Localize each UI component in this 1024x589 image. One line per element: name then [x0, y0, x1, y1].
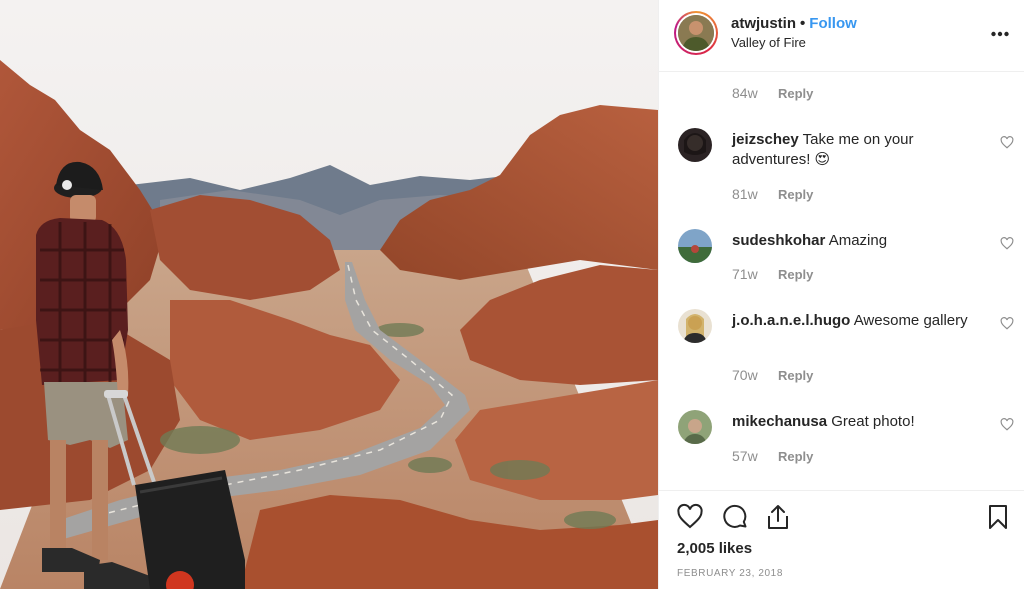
post-date[interactable]: FEBRUARY 23, 2018	[677, 568, 783, 579]
commenter-username[interactable]: sudeshkohar	[732, 232, 825, 249]
bookmark-icon[interactable]	[984, 503, 1012, 531]
post-location[interactable]: Valley of Fire	[731, 35, 806, 50]
like-comment-heart-icon[interactable]	[1000, 418, 1014, 431]
comment-icon[interactable]	[721, 503, 749, 531]
post-footer: 2,005 likes FEBRUARY 23, 2018	[659, 490, 1024, 589]
comment-text: sudeshkohar Amazing	[732, 231, 992, 251]
comment-age: 81w	[732, 186, 758, 202]
likes-count[interactable]: 2,005 likes	[677, 540, 752, 557]
post-photo[interactable]	[0, 0, 658, 589]
comment-body: Great photo!	[831, 413, 915, 430]
like-comment-heart-icon[interactable]	[1000, 317, 1014, 330]
commenter-username[interactable]: mikechanusa	[732, 413, 827, 430]
comment-age: 70w	[732, 367, 758, 383]
comment-age: 57w	[732, 448, 758, 464]
reply-button[interactable]: Reply	[778, 187, 813, 202]
comment-text: jeizschey Take me on your adventures! 😍	[732, 130, 992, 170]
comment-body: Amazing	[828, 232, 888, 249]
separator-dot: •	[800, 15, 806, 32]
reply-button[interactable]: Reply	[778, 449, 813, 464]
more-horizontal-icon[interactable]	[991, 24, 1009, 38]
comment-meta-row: 70w Reply	[732, 367, 813, 383]
like-comment-heart-icon[interactable]	[1000, 237, 1014, 250]
commenter-avatar[interactable]	[678, 309, 712, 343]
author-avatar[interactable]	[674, 11, 718, 55]
reply-button[interactable]: Reply	[778, 368, 813, 383]
comment-body: Awesome gallery	[853, 312, 968, 329]
commenter-username[interactable]: j.o.h.a.n.e.l.hugo	[732, 312, 850, 329]
like-comment-heart-icon[interactable]	[1000, 136, 1014, 149]
post-header: atwjustin • Follow Valley of Fire	[659, 0, 1024, 72]
comment-meta-row: 57w Reply	[732, 448, 813, 464]
commenter-avatar[interactable]	[678, 229, 712, 263]
reply-button[interactable]: Reply	[778, 267, 813, 282]
author-username[interactable]: atwjustin	[731, 15, 796, 32]
heart-icon[interactable]	[676, 503, 704, 531]
comments-list[interactable]: 84w Reply jeizschey Take me on your adven…	[659, 72, 1024, 490]
comment-meta-row: 81w Reply	[732, 186, 813, 202]
comment-meta-row: 71w Reply	[732, 266, 813, 282]
desert-road-photo	[0, 0, 658, 589]
commenter-avatar[interactable]	[678, 128, 712, 162]
author-line: atwjustin • Follow	[731, 15, 857, 32]
comment-age: 84w	[732, 85, 758, 101]
comment-age: 71w	[732, 266, 758, 282]
commenter-username[interactable]: jeizschey	[732, 131, 799, 148]
comment-text: j.o.h.a.n.e.l.hugo Awesome gallery	[732, 311, 992, 331]
share-icon[interactable]	[764, 503, 792, 531]
post-side-panel: atwjustin • Follow Valley of Fire 84w Reply…	[658, 0, 1024, 589]
comment-meta-row: 84w Reply	[732, 85, 813, 101]
reply-button[interactable]: Reply	[778, 86, 813, 101]
comment-text: mikechanusa Great photo!	[732, 412, 992, 432]
follow-button[interactable]: Follow	[809, 15, 857, 32]
commenter-avatar[interactable]	[678, 410, 712, 444]
